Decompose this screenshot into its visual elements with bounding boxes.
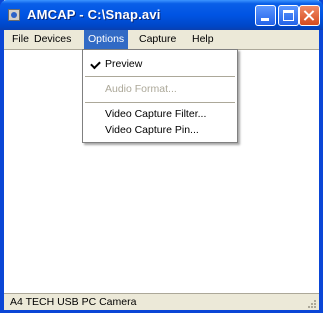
close-button[interactable] <box>299 5 320 26</box>
menu-separator <box>85 76 235 77</box>
title-bar[interactable]: AMCAP - C:\Snap.avi <box>0 0 323 30</box>
resize-grip-icon[interactable] <box>305 297 317 309</box>
menu-capture[interactable]: Capture <box>135 30 180 49</box>
maximize-icon <box>283 10 294 21</box>
menu-item-label: Preview <box>105 58 143 70</box>
menu-devices[interactable]: Devices <box>30 30 75 49</box>
menu-bar: File Devices Options Capture Help <box>4 30 319 49</box>
menu-item-label: Audio Format... <box>105 83 177 95</box>
minimize-icon <box>261 18 269 21</box>
window-title: AMCAP - C:\Snap.avi <box>27 7 161 22</box>
close-icon <box>300 6 319 25</box>
menu-item-audio-format: Audio Format... <box>83 80 237 99</box>
menu-item-label: Video Capture Pin... <box>105 124 199 136</box>
maximize-button[interactable] <box>278 5 299 26</box>
minimize-button[interactable] <box>255 5 276 26</box>
menu-help[interactable]: Help <box>188 30 218 49</box>
options-dropdown-menu: Preview Audio Format... Video Capture Fi… <box>82 49 238 143</box>
status-bar: A4 TECH USB PC Camera <box>4 293 319 310</box>
status-text: A4 TECH USB PC Camera <box>10 296 137 308</box>
menu-options[interactable]: Options <box>84 30 129 49</box>
menu-item-video-capture-pin[interactable]: Video Capture Pin... <box>83 121 237 140</box>
app-icon[interactable] <box>8 9 20 21</box>
check-icon <box>90 58 101 70</box>
menu-separator <box>85 102 235 103</box>
menu-item-preview[interactable]: Preview <box>83 55 237 74</box>
amcap-window: AMCAP - C:\Snap.avi File Devices Options… <box>0 0 323 313</box>
menu-item-label: Video Capture Filter... <box>105 108 207 120</box>
